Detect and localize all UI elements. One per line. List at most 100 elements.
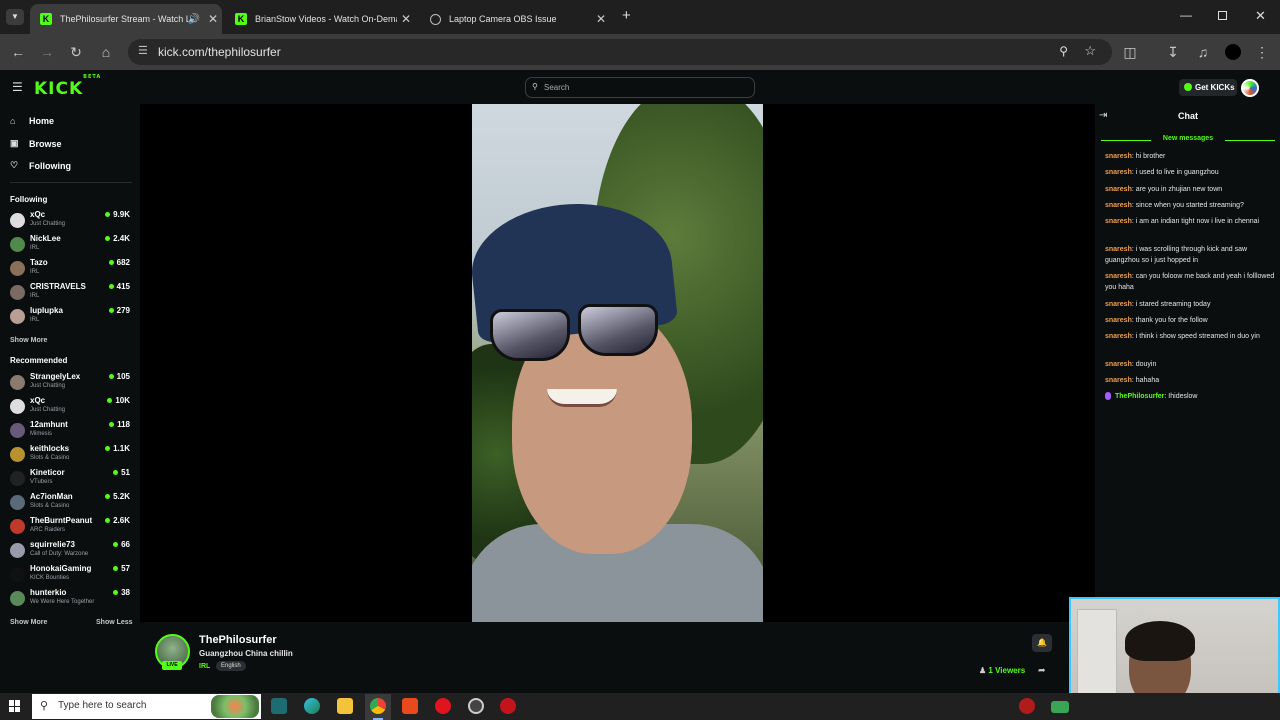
recommended-show-less[interactable]: Show Less: [96, 619, 133, 626]
speaker-icon[interactable]: 🔊: [188, 14, 200, 25]
search-input[interactable]: ⚲ Search: [525, 77, 755, 98]
stream-category[interactable]: IRL: [199, 663, 210, 670]
chat-message: snaresh: i was scrolling through kick an…: [1105, 244, 1275, 266]
recommended-show-more[interactable]: Show More: [10, 619, 47, 626]
chat-username[interactable]: snaresh: [1105, 169, 1132, 176]
chat-username[interactable]: snaresh: [1105, 377, 1132, 384]
sidebar-channel-item[interactable]: xQc Just Chatting 9.9K: [10, 210, 132, 232]
channel-category: IRL: [30, 245, 40, 251]
menu-kebab-icon[interactable]: ⋮: [1253, 43, 1271, 61]
sidebar-channel-item[interactable]: Ac7ionMan Slots & Casino 5.2K: [10, 492, 132, 514]
sidebar-channel-item[interactable]: xQc Just Chatting 10K: [10, 396, 132, 418]
file-explorer-icon[interactable]: [337, 698, 353, 714]
forward-icon[interactable]: →: [38, 43, 56, 61]
chat-username[interactable]: snaresh: [1105, 153, 1132, 160]
sidebar-channel-item[interactable]: CRISTRAVELS IRL 415: [10, 282, 132, 304]
red-app-icon[interactable]: [500, 698, 516, 714]
close-window-icon[interactable]: ✕: [1255, 8, 1266, 24]
kick-logo[interactable]: KICKBETA: [34, 74, 101, 99]
sidebar-channel-item[interactable]: TheBurntPeanut ARC Raiders 2.6K: [10, 516, 132, 538]
sidebar-channel-item[interactable]: luplupka IRL 279: [10, 306, 132, 328]
new-tab-icon[interactable]: +: [622, 7, 631, 24]
sidebar-channel-item[interactable]: Tazo IRL 682: [10, 258, 132, 280]
chrome-icon[interactable]: [370, 698, 386, 714]
download-icon[interactable]: ↧: [1164, 43, 1182, 61]
reload-icon[interactable]: ↻: [67, 43, 85, 61]
tray-red-icon[interactable]: [1019, 698, 1035, 714]
back-icon[interactable]: ←: [9, 43, 27, 61]
sidebar-channel-item[interactable]: hunterkio We Were Here Together 38: [10, 588, 132, 610]
notification-bell-icon[interactable]: 🔔: [1032, 634, 1052, 652]
channel-name: xQc: [30, 210, 46, 219]
media-control-icon[interactable]: ♫: [1194, 43, 1212, 61]
sidebar-channel-item[interactable]: StrangelyLex Just Chatting 105: [10, 372, 132, 394]
zoom-icon[interactable]: ⚲: [1059, 44, 1068, 58]
taskbar-search-input[interactable]: ⚲ Type here to search: [32, 694, 261, 719]
tab-laptop-camera[interactable]: Laptop Camera OBS Issue ✕: [420, 4, 610, 34]
sidebar-item-home[interactable]: ⌂ Home: [10, 116, 54, 126]
chat-username[interactable]: snaresh: [1105, 273, 1132, 280]
globe-icon: [430, 13, 441, 25]
site-info-icon[interactable]: ☰: [138, 44, 148, 57]
tab-search-button[interactable]: ▼: [6, 9, 24, 25]
chat-username[interactable]: snaresh: [1105, 317, 1132, 324]
sidebar-item-following[interactable]: ♡ Following: [10, 160, 71, 171]
chat-username[interactable]: snaresh: [1105, 218, 1132, 225]
chat-username[interactable]: ThePhilosurfer: [1115, 393, 1164, 400]
tab-brianstow[interactable]: K BrianStow Videos - Watch On-Demand ✕: [225, 4, 415, 34]
logo-text: KICK: [34, 79, 84, 99]
user-avatar[interactable]: [1241, 79, 1259, 97]
channel-avatar: [10, 543, 25, 558]
sidebar-channel-item[interactable]: squirrelie73 Call of Duty: Warzone 66: [10, 540, 132, 562]
channel-category: VTubers: [30, 479, 53, 485]
chat-message: snaresh: hahaha: [1105, 375, 1275, 386]
streamer-name[interactable]: ThePhilosurfer: [199, 634, 277, 646]
close-tab-icon[interactable]: ✕: [592, 12, 610, 26]
channel-viewers: 415: [109, 282, 130, 291]
sunglasses-right: [578, 304, 658, 356]
sidebar-item-browse[interactable]: ▣ Browse: [10, 138, 62, 149]
sidebar-channel-item[interactable]: Kineticor VTubers 51: [10, 468, 132, 490]
channel-avatar: [10, 519, 25, 534]
bookmark-star-icon[interactable]: ☆: [1084, 43, 1096, 59]
close-tab-icon[interactable]: ✕: [397, 12, 415, 26]
share-icon[interactable]: ➦: [1038, 665, 1046, 676]
windows-start-icon[interactable]: [9, 700, 21, 712]
sidebar-channel-item[interactable]: keithlocks Slots & Casino 1.1K: [10, 444, 132, 466]
task-view-icon[interactable]: [271, 698, 287, 714]
chat-username[interactable]: snaresh: [1105, 246, 1132, 253]
minimize-icon[interactable]: —: [1180, 8, 1192, 22]
following-header: Following: [10, 195, 48, 204]
restore-icon[interactable]: [1218, 11, 1227, 20]
url-input[interactable]: ☰ kick.com/thephilosurfer ⚲ ☆: [128, 39, 1112, 65]
channel-name: hunterkio: [30, 588, 67, 597]
close-tab-icon[interactable]: ✕: [204, 12, 222, 26]
chat-username[interactable]: snaresh: [1105, 301, 1132, 308]
tray-battery-icon[interactable]: [1051, 701, 1069, 713]
hamburger-menu-icon[interactable]: ☰: [12, 80, 23, 94]
chat-username[interactable]: snaresh: [1105, 361, 1132, 368]
get-kicks-button[interactable]: Get KICKs: [1179, 79, 1237, 96]
following-show-more[interactable]: Show More: [10, 337, 47, 344]
channel-avatar: [10, 309, 25, 324]
sidebar-channel-item[interactable]: NickLee IRL 2.4K: [10, 234, 132, 256]
chat-username[interactable]: snaresh: [1105, 333, 1132, 340]
profile-avatar[interactable]: [1225, 44, 1241, 60]
channel-avatar: [10, 375, 25, 390]
chat-username[interactable]: snaresh: [1105, 202, 1132, 209]
opera-icon[interactable]: [435, 698, 451, 714]
obs-icon[interactable]: [468, 698, 484, 714]
video-frame[interactable]: [472, 104, 763, 622]
tab-thephilosurfer[interactable]: K ThePhilosurfer Stream - Watch Live 🔊 ✕: [30, 4, 222, 34]
language-tag[interactable]: English: [216, 661, 246, 671]
recommended-header: Recommended: [10, 356, 68, 365]
sidebar-item-label: Home: [29, 116, 55, 126]
home-page-icon[interactable]: ⌂: [97, 43, 115, 61]
sidebar-channel-item[interactable]: 12amhunt Mimesis 118: [10, 420, 132, 442]
collapse-chat-icon[interactable]: ⇥: [1099, 110, 1107, 121]
edge-icon[interactable]: [304, 698, 320, 714]
brave-icon[interactable]: [402, 698, 418, 714]
chat-username[interactable]: snaresh: [1105, 186, 1132, 193]
sidebar-channel-item[interactable]: HonokaiGaming KICK Bounties 57: [10, 564, 132, 586]
extensions-icon[interactable]: ◫: [1121, 43, 1139, 61]
